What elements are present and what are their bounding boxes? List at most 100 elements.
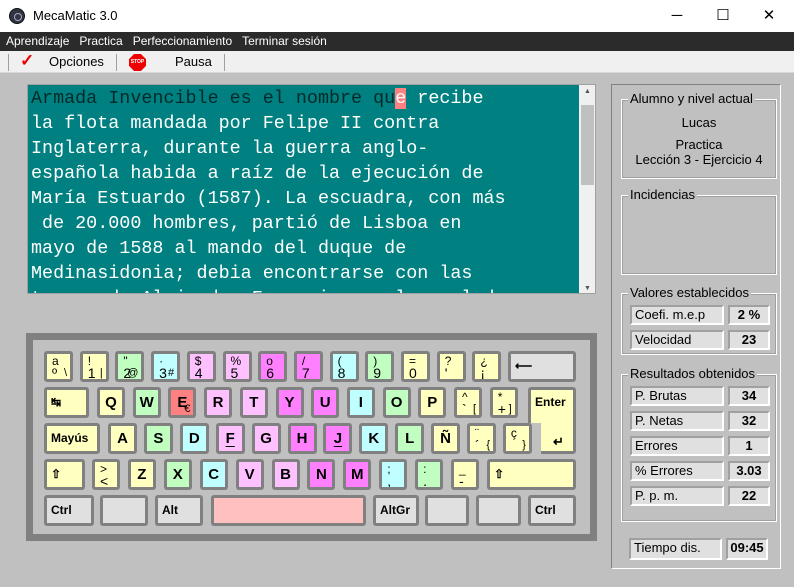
key-H[interactable]: H <box>287 423 317 454</box>
key-label: A <box>117 430 128 447</box>
key-altgr-label: } <box>522 439 526 451</box>
key-W[interactable]: W <box>132 387 161 418</box>
pause-button[interactable]: Pausa <box>175 54 212 69</box>
key-<[interactable]: > < <box>92 459 120 490</box>
key-3[interactable]: · 3 # <box>151 351 181 382</box>
win-right-key[interactable] <box>425 495 469 526</box>
menu-terminar-sesion[interactable]: Terminar sesión <box>236 32 331 51</box>
options-button[interactable]: Opciones <box>49 54 104 69</box>
key-Y[interactable]: Y <box>275 387 304 418</box>
key-T[interactable]: T <box>239 387 268 418</box>
time-label: Tiempo dis. <box>629 538 722 560</box>
key-7[interactable]: /7 <box>293 351 323 382</box>
key-9[interactable]: ) 9 <box>365 351 395 382</box>
key-R[interactable]: R <box>204 387 233 418</box>
maximize-button[interactable]: ☐ <box>700 0 746 32</box>
vertical-scrollbar[interactable]: ▲ ▼ <box>579 85 595 293</box>
menu-key[interactable] <box>476 495 521 526</box>
key-S[interactable]: S <box>143 423 173 454</box>
key-D[interactable]: D <box>179 423 209 454</box>
key-'[interactable]: ? ' <box>436 351 466 382</box>
key--[interactable]: _ - <box>451 459 479 490</box>
menu-perfeccionamiento[interactable]: Perfeccionamiento <box>127 32 236 51</box>
key-label: Ctrl <box>51 503 72 517</box>
key-4[interactable]: $4 <box>186 351 216 382</box>
key-E[interactable]: E € <box>168 387 197 418</box>
key-base-label: ¡ <box>480 365 486 381</box>
key-label: F <box>225 430 235 447</box>
key-G[interactable]: G <box>251 423 281 454</box>
key-O[interactable]: O <box>382 387 411 418</box>
altgr-key[interactable]: AltGr <box>373 495 419 526</box>
setting-value: 2 % <box>728 305 770 325</box>
key-M[interactable]: M <box>343 459 372 490</box>
scrollbar-thumb[interactable] <box>581 105 594 185</box>
enter-key[interactable]: Enter ↵ <box>528 387 576 454</box>
key-Q[interactable]: Q <box>97 387 125 418</box>
key-6[interactable]: o6 <box>258 351 288 382</box>
key-K[interactable]: K <box>359 423 389 454</box>
window-title: MecaMatic 3.0 <box>33 8 118 23</box>
key-base-label: ' <box>444 365 448 381</box>
key-label: G <box>260 430 272 447</box>
key-1[interactable]: ! 1 | <box>79 351 109 382</box>
separator <box>8 54 9 71</box>
key-A[interactable]: A <box>108 423 137 454</box>
key-label: L <box>405 430 415 447</box>
key-0[interactable]: = 0 <box>401 351 430 382</box>
key-´[interactable]: ¨ ´{ <box>467 423 496 454</box>
win-key[interactable] <box>100 495 148 526</box>
stop-icon[interactable]: STOP <box>129 54 146 71</box>
key-Z[interactable]: Z <box>127 459 156 490</box>
key-N[interactable]: N <box>307 459 336 490</box>
checkmark-icon[interactable]: ✓ <box>20 51 34 71</box>
tab-key[interactable]: ↹ <box>44 387 89 418</box>
key-X[interactable]: X <box>163 459 192 490</box>
result-label: P. p. m. <box>630 486 724 506</box>
key-`[interactable]: ^ `[ <box>454 387 482 418</box>
key-F[interactable]: F <box>215 423 245 454</box>
current-character: e <box>395 88 407 109</box>
key-L[interactable]: L <box>395 423 425 454</box>
key-C[interactable]: C <box>199 459 228 490</box>
space-key[interactable] <box>211 495 366 526</box>
key-J[interactable]: J <box>323 423 353 454</box>
alt-key[interactable]: Alt <box>155 495 203 526</box>
right-ctrl-key[interactable]: Ctrl <box>528 495 576 526</box>
key-,[interactable]: ;, <box>379 459 408 490</box>
key-U[interactable]: U <box>311 387 340 418</box>
key-Ñ[interactable]: Ñ <box>431 423 461 454</box>
left-ctrl-key[interactable]: Ctrl <box>44 495 94 526</box>
exercise-text-area[interactable]: Armada Invencible es el nombre que recib… <box>27 84 596 294</box>
key-8[interactable]: (8 <box>329 351 359 382</box>
key-B[interactable]: B <box>271 459 300 490</box>
key-label: J <box>333 430 343 447</box>
key-ç[interactable]: ç} <box>502 423 532 454</box>
key-2[interactable]: " 2 @ <box>115 351 145 382</box>
menu-aprendizaje[interactable]: Aprendizaje <box>0 32 73 51</box>
caps-lock-key[interactable]: Mayús <box>44 423 100 454</box>
key-I[interactable]: I <box>346 387 375 418</box>
left-shift-key[interactable]: ⇧ <box>44 459 85 490</box>
scroll-down-icon[interactable]: ▼ <box>579 285 595 292</box>
key-P[interactable]: P <box>418 387 447 418</box>
key-5[interactable]: % 5 <box>222 351 252 382</box>
key-altgr-label: [ <box>472 403 476 415</box>
close-button[interactable]: ✕ <box>746 0 792 32</box>
setting-label: Coefi. m.e.p <box>630 305 724 325</box>
result-label: Errores <box>630 436 724 456</box>
key-º[interactable]: a º \ <box>44 351 73 382</box>
minimize-button[interactable]: ─ <box>654 0 700 32</box>
key-¡[interactable]: ¿ ¡ <box>472 351 502 382</box>
right-shift-key[interactable]: ⇧ <box>487 459 576 490</box>
key-label: N <box>315 466 327 483</box>
key-label: Z <box>137 466 147 483</box>
result-value: 34 <box>728 386 770 406</box>
backspace-key[interactable]: ⟵ <box>508 351 576 382</box>
menu-practica[interactable]: Practica <box>73 32 126 51</box>
result-label: % Errores <box>630 461 724 481</box>
scroll-up-icon[interactable]: ▲ <box>579 88 595 95</box>
key-V[interactable]: V <box>235 459 264 490</box>
key-.[interactable]: :. <box>415 459 444 490</box>
key-+[interactable]: * +] <box>489 387 518 418</box>
